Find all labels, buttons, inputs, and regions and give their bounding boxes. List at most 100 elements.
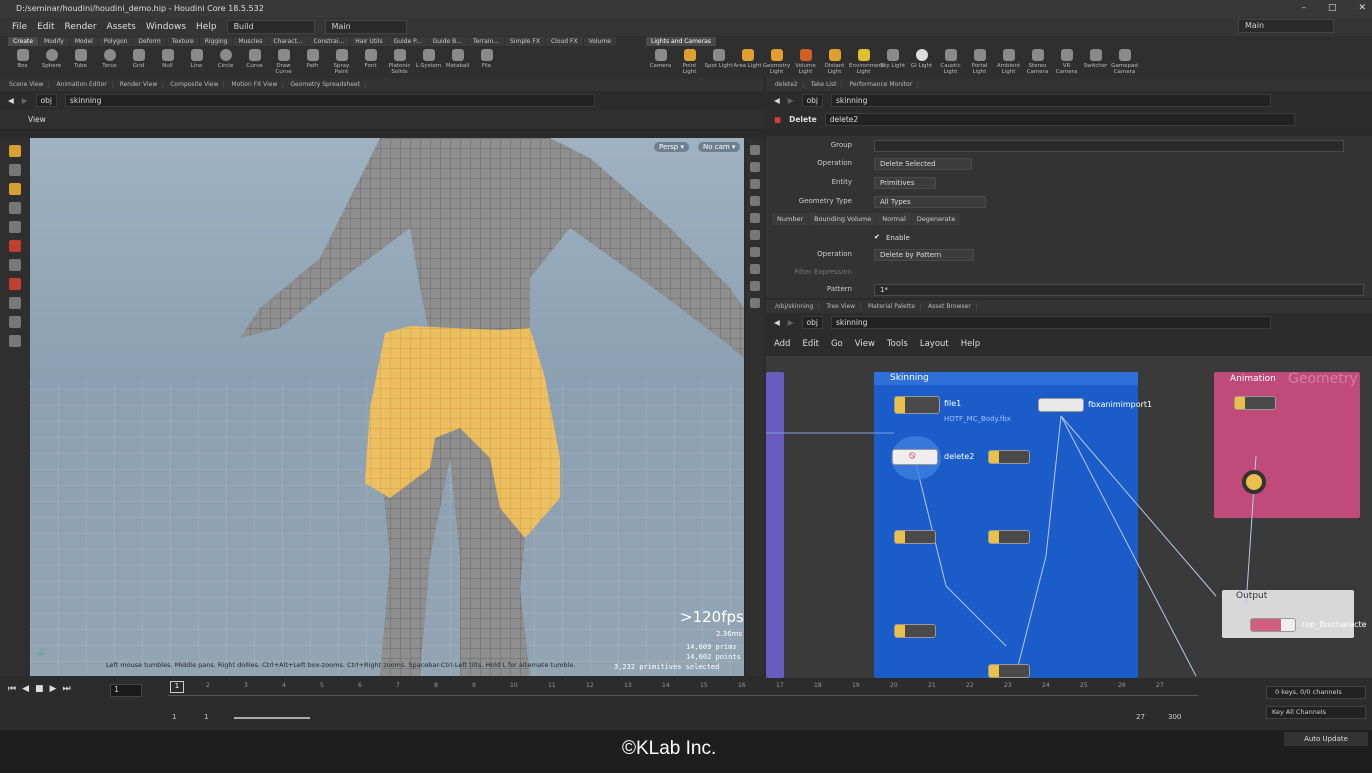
keys-channels-field[interactable]: 0 keys, 0/0 channels (1266, 686, 1366, 699)
view-menu-label[interactable]: View (28, 115, 46, 124)
net-menu-go[interactable]: Go (831, 339, 843, 349)
light-tool-icon[interactable] (9, 335, 21, 347)
node-unnamed-4[interactable] (894, 624, 936, 638)
shelf-tab-guide-process[interactable]: Guide P... (388, 37, 427, 46)
group-field[interactable] (874, 140, 1344, 152)
close-button[interactable]: ✕ (1358, 0, 1366, 17)
shelf-tab-lights-cameras[interactable]: Lights and Cameras (646, 37, 716, 46)
right-desktop-dropdown[interactable]: Main (1238, 19, 1334, 33)
maximize-button[interactable]: □ (1328, 0, 1337, 17)
enable-checkbox[interactable]: ✔ (874, 233, 880, 241)
subtab-number[interactable]: Number (772, 213, 809, 225)
tab-obj-skinning[interactable]: /obj/skinning (770, 303, 820, 310)
node-name-field[interactable]: delete2 (824, 112, 1295, 126)
shelf-tab-rigging[interactable]: Rigging (199, 37, 233, 46)
node-anim-null[interactable] (1242, 470, 1266, 494)
tool-spray-paint[interactable]: Spray Paint (327, 49, 356, 75)
net-menu-layout[interactable]: Layout (920, 339, 949, 349)
auto-update-button[interactable]: Auto Update (1284, 732, 1368, 746)
entity-dropdown[interactable]: Primitives (874, 177, 936, 189)
tool-switcher[interactable]: Switcher (1081, 49, 1110, 75)
pose-tool-icon[interactable] (9, 183, 21, 195)
transform-tool-icon[interactable] (9, 164, 21, 176)
stop-button[interactable]: ■ (35, 684, 44, 694)
tool-camera[interactable]: Camera (646, 49, 675, 75)
brush-tool-icon[interactable] (9, 259, 21, 271)
shelf-tab-guide-brushes[interactable]: Guide B... (427, 37, 467, 46)
node-anim-import[interactable] (1234, 396, 1276, 410)
tool-gi-light[interactable]: GI Light (907, 49, 936, 75)
tool-sky-light[interactable]: Sky Light (878, 49, 907, 75)
camera-dropdown[interactable]: No cam ▾ (698, 142, 741, 152)
camera-view-icon[interactable] (750, 264, 760, 274)
tool-stereo-camera[interactable]: Stereo Camera (1023, 49, 1052, 75)
tool-metaball[interactable]: Metaball (443, 49, 472, 75)
shelf-tab-modify[interactable]: Modify (38, 37, 69, 46)
pattern-field[interactable]: 1* (874, 284, 1364, 296)
tab-render-view[interactable]: Render View (115, 81, 164, 88)
range-start-field[interactable]: 1 (172, 713, 176, 721)
node-fbxanimimport1[interactable] (1038, 398, 1084, 412)
shelf-tab-constraints[interactable]: Constrai... (308, 37, 350, 46)
tab-material-palette[interactable]: Material Palette (863, 303, 922, 310)
net-forward-arrow-icon[interactable]: ▶ (788, 318, 794, 327)
tool-circle[interactable]: Circle (211, 49, 240, 75)
shelf-tab-character[interactable]: Charact... (268, 37, 308, 46)
node-file1[interactable] (894, 396, 940, 414)
tool-draw-curve[interactable]: Draw Curve (269, 49, 298, 75)
path-skinning[interactable]: skinning (65, 93, 595, 107)
net-menu-help[interactable]: Help (961, 339, 980, 349)
scene-viewport[interactable]: Persp ▾ No cam ▾ >120fps 2.36ms 14,609 p… (30, 138, 744, 676)
net-menu-edit[interactable]: Edit (802, 339, 818, 349)
geometry-type-dropdown[interactable]: All Types (874, 196, 986, 208)
tool-ambient-light[interactable]: Ambient Light (994, 49, 1023, 75)
tool-file[interactable]: File (472, 49, 501, 75)
tool-grid[interactable]: Grid (124, 49, 153, 75)
tool-point-light[interactable]: Point Light (675, 49, 704, 75)
zoom-icon[interactable] (9, 316, 21, 328)
net-menu-tools[interactable]: Tools (887, 339, 908, 349)
tool-sphere[interactable]: Sphere (37, 49, 66, 75)
play-button[interactable]: ▶ (50, 684, 57, 694)
lock-icon[interactable] (9, 221, 21, 233)
subtab-normal[interactable]: Normal (877, 213, 911, 225)
current-frame-field[interactable]: 1 (110, 684, 142, 697)
shading-icon[interactable] (750, 196, 760, 206)
tool-tube[interactable]: Tube (66, 49, 95, 75)
shelf-tab-model[interactable]: Model (69, 37, 98, 46)
lock-camera-icon[interactable] (750, 162, 760, 172)
tab-take-list[interactable]: Take List (806, 81, 843, 88)
network-editor[interactable]: Skinning Animation Geometry Output file1… (766, 356, 1372, 678)
shelf-tab-muscles[interactable]: Muscles (233, 37, 268, 46)
back-arrow-icon[interactable]: ◀ (8, 96, 14, 105)
tab-tree-view[interactable]: Tree View (821, 303, 861, 310)
tab-performance-monitor[interactable]: Performance Monitor (844, 81, 919, 88)
bulb-icon[interactable] (750, 247, 760, 257)
ghost-icon[interactable] (750, 230, 760, 240)
tool-vr-camera[interactable]: VR Camera (1052, 49, 1081, 75)
param-back-arrow-icon[interactable]: ◀ (774, 96, 780, 105)
node-unnamed-1[interactable] (988, 450, 1030, 464)
tool-l-system[interactable]: L-System (414, 49, 443, 75)
shelf-tab-create[interactable]: Create (8, 37, 38, 46)
tab-scene-view[interactable]: Scene View (4, 81, 50, 88)
operation-dropdown[interactable]: Delete Selected (874, 158, 972, 170)
display-options-icon[interactable] (750, 145, 760, 155)
build-dropdown[interactable]: Build (226, 19, 315, 34)
jump-start-button[interactable]: ⏮ (8, 684, 16, 694)
range-end2-field[interactable]: 300 (1168, 713, 1181, 721)
shelf-tab-deform[interactable]: Deform (133, 37, 166, 46)
subtab-degenerate[interactable]: Degenerate (911, 213, 961, 225)
minimize-button[interactable]: – (1301, 0, 1306, 17)
net-path-skinning[interactable]: skinning (831, 315, 1271, 329)
tool-area-light[interactable]: Area Light (733, 49, 762, 75)
param-path-obj[interactable]: obj (801, 93, 823, 107)
shelf-tab-hair-utils[interactable]: Hair Utils (350, 37, 388, 46)
subtab-bounding-volume[interactable]: Bounding Volume (809, 213, 877, 225)
tool-spot-light[interactable]: Spot Light (704, 49, 733, 75)
select-tool-icon[interactable] (9, 145, 21, 157)
range-slider[interactable] (234, 717, 310, 719)
timeline-ruler[interactable]: 1 2 3 4 5 6 7 8 9 10 11 12 13 14 15 16 17 18 19 20 21 22 23 24… (168, 680, 1198, 696)
menu-edit[interactable]: Edit (37, 22, 54, 32)
node-rop-fbx[interactable] (1250, 618, 1296, 632)
